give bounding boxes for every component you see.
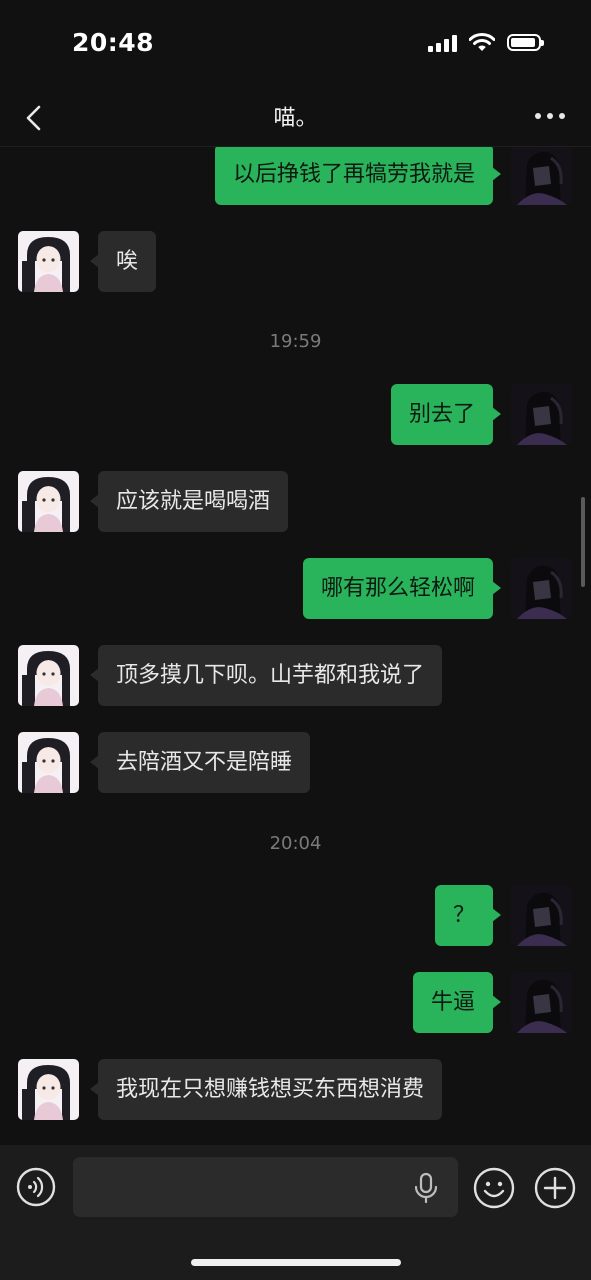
- my-avatar[interactable]: [511, 384, 572, 445]
- emoji-icon[interactable]: [473, 1167, 515, 1209]
- my-avatar[interactable]: [511, 972, 572, 1033]
- message-row-sent: 牛逼: [0, 972, 591, 1034]
- message-bubble[interactable]: 牛逼: [412, 972, 502, 1033]
- contact-avatar[interactable]: [18, 231, 79, 292]
- message-row-sent: 哪有那么轻松啊: [0, 558, 591, 620]
- more-icon[interactable]: [533, 104, 567, 128]
- message-timestamp: 20:04: [269, 833, 322, 854]
- message-row-received: 去陪酒又不是陪睡: [0, 732, 591, 794]
- my-avatar[interactable]: [511, 147, 572, 205]
- message-row-sent: 以后挣钱了再犒劳我就是: [0, 147, 591, 206]
- message-row-received: 顶多摸几下呗。山芋都和我说了: [0, 645, 591, 707]
- message-bubble[interactable]: 去陪酒又不是陪睡: [89, 732, 311, 793]
- status-bar: 20:48: [0, 0, 591, 90]
- contact-avatar[interactable]: [18, 471, 79, 532]
- message-row-sent: 别去了: [0, 384, 591, 446]
- message-bubble[interactable]: 我现在只想赚钱想买东西想消费: [89, 1059, 443, 1120]
- home-indicator: [191, 1259, 401, 1266]
- message-row-received: 唉: [0, 231, 591, 293]
- cellular-signal-icon: [428, 34, 457, 52]
- message-bubble[interactable]: 应该就是喝喝酒: [89, 471, 289, 532]
- message-row-received: 我现在只想赚钱想买东西想消费: [0, 1059, 591, 1121]
- message-bubble[interactable]: 顶多摸几下呗。山芋都和我说了: [89, 645, 443, 706]
- message-row-sent: ？: [0, 885, 591, 947]
- message-bubble[interactable]: 别去了: [390, 384, 502, 445]
- input-bar: [0, 1145, 591, 1280]
- message-bubble[interactable]: 以后挣钱了再犒劳我就是: [214, 147, 502, 205]
- message-bubble[interactable]: 哪有那么轻松啊: [302, 558, 502, 619]
- plus-icon[interactable]: [534, 1167, 576, 1209]
- message-row-received: 应该就是喝喝酒: [0, 471, 591, 533]
- contact-avatar[interactable]: [18, 1059, 79, 1120]
- mic-icon[interactable]: [412, 1172, 440, 1204]
- status-icons: [428, 33, 544, 52]
- message-bubble[interactable]: ？: [434, 885, 502, 946]
- wifi-icon: [469, 33, 495, 51]
- chat-message-list[interactable]: 以后挣钱了再犒劳我就是唉 19:59 别去了应该就是喝喝酒 哪有那么轻松啊顶多摸几下呗…: [0, 147, 591, 1145]
- message-timestamp: 19:59: [269, 331, 322, 352]
- status-time: 20:48: [72, 28, 155, 57]
- message-input[interactable]: [73, 1157, 458, 1217]
- contact-avatar[interactable]: [18, 732, 79, 793]
- battery-icon: [507, 34, 544, 51]
- chat-header: 喵。: [0, 90, 591, 147]
- voice-icon[interactable]: [16, 1167, 56, 1207]
- message-bubble[interactable]: 唉: [89, 231, 157, 292]
- my-avatar[interactable]: [511, 885, 572, 946]
- my-avatar[interactable]: [511, 558, 572, 619]
- chat-title: 喵。: [273, 106, 318, 131]
- contact-avatar[interactable]: [18, 645, 79, 706]
